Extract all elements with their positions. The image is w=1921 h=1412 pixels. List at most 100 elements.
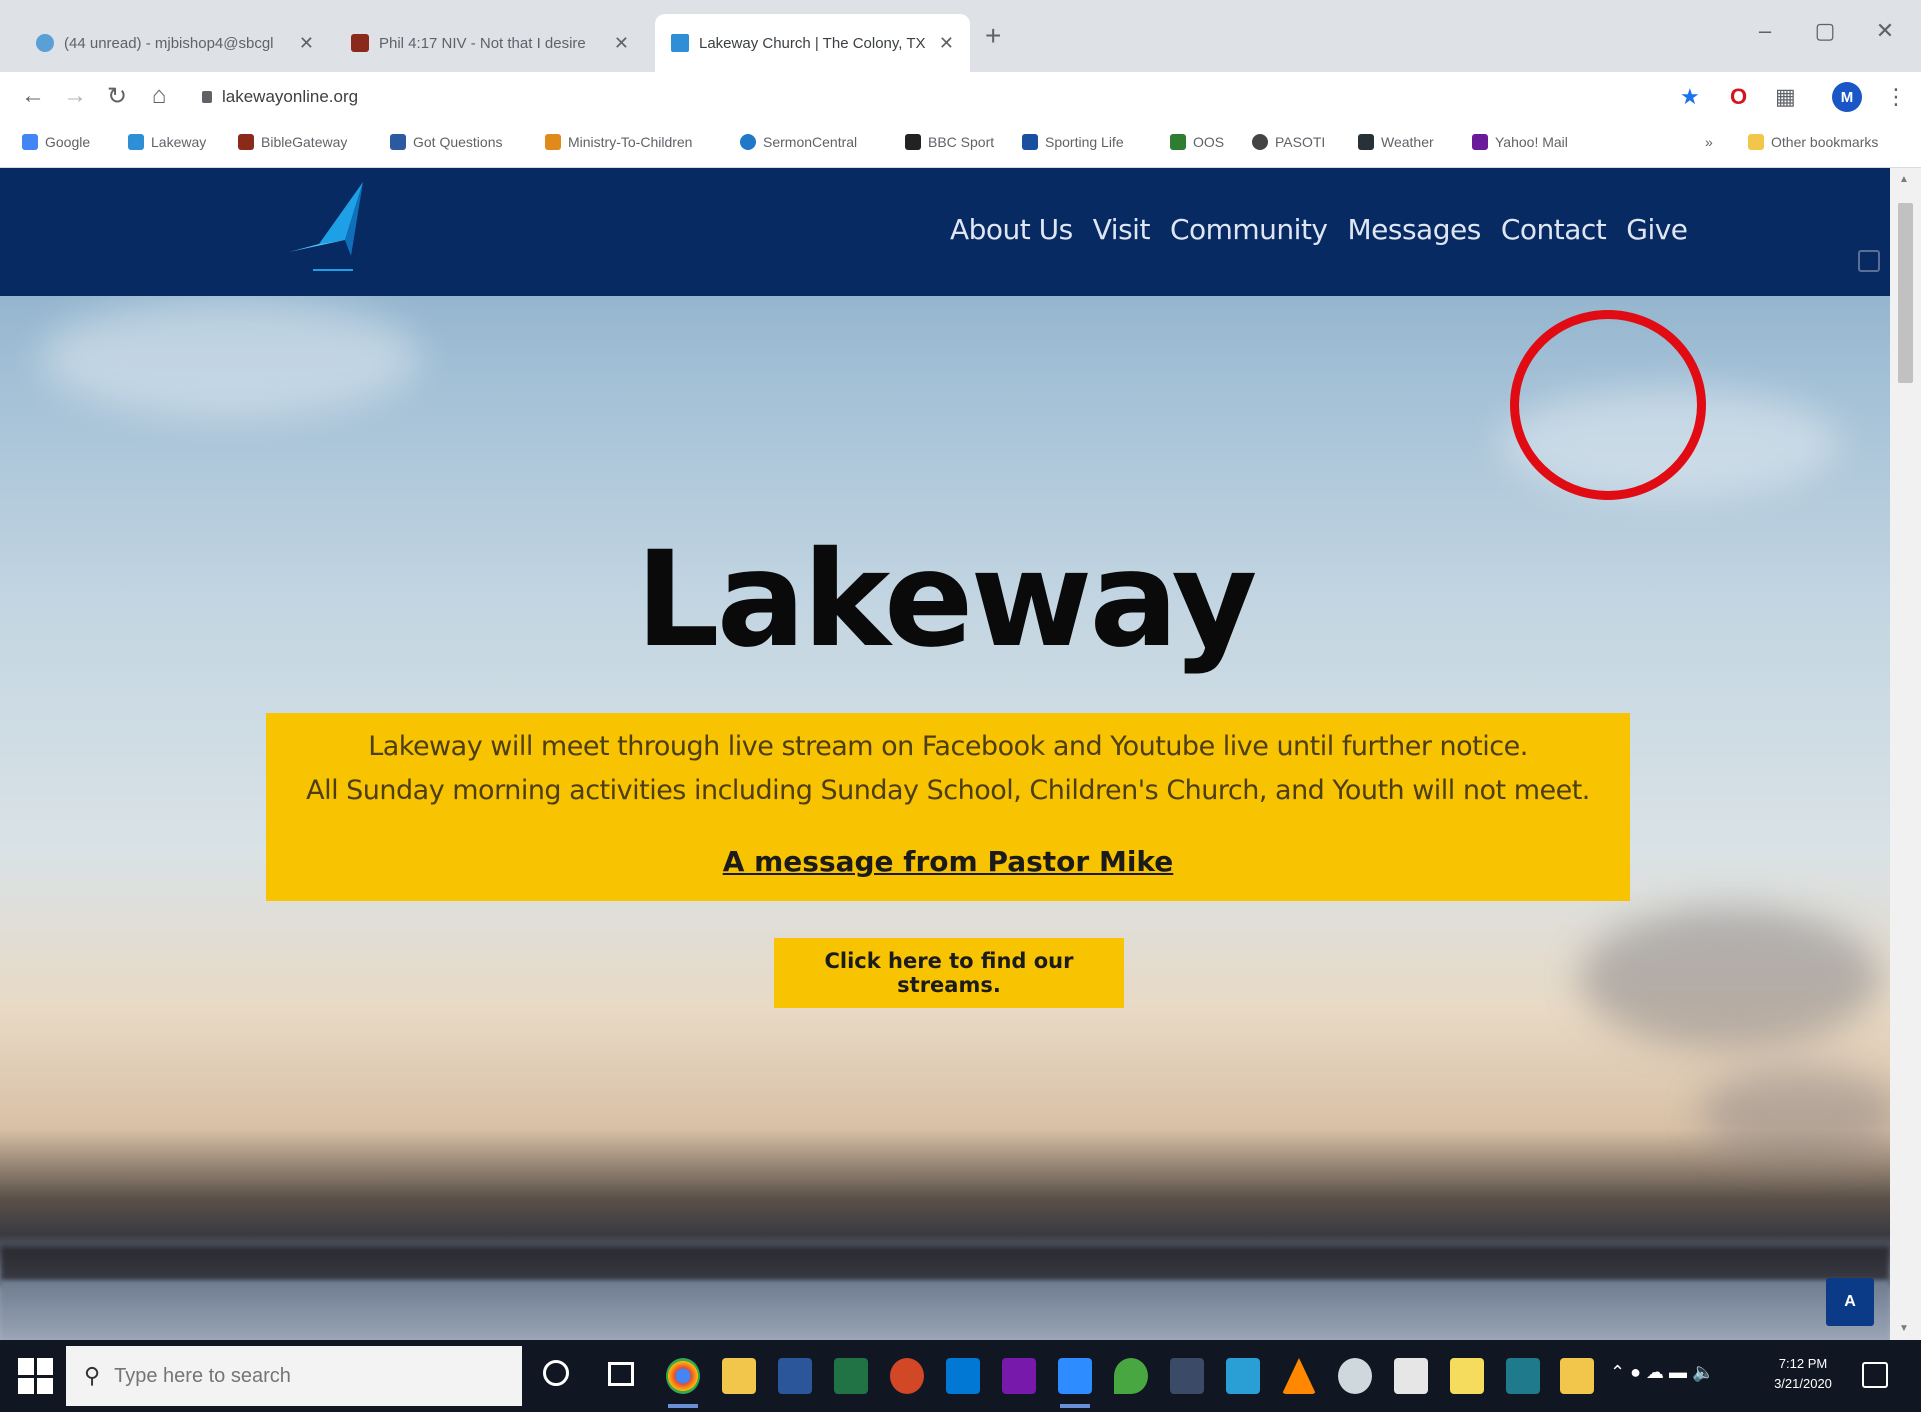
nav-contact[interactable]: Contact [1501, 213, 1607, 246]
sticky-notes-icon[interactable] [1450, 1358, 1484, 1394]
extension-icon[interactable]: ▦ [1775, 84, 1796, 110]
system-tray-icons[interactable]: ⌃ ● ☁ ▬ 🔈 [1610, 1362, 1714, 1383]
close-tab-icon[interactable]: ✕ [299, 33, 314, 54]
opera-extension-icon[interactable]: O [1730, 84, 1747, 110]
bookmark-sermoncentral[interactable]: SermonCentral [740, 134, 857, 150]
maximize-icon[interactable]: ▢ [1805, 18, 1845, 44]
clock-time: 7:12 PM [1778, 1356, 1828, 1371]
clock-date: 3/21/2020 [1774, 1376, 1832, 1391]
bookmark-oos[interactable]: OOS [1170, 134, 1224, 150]
bookmark-google[interactable]: Google [22, 134, 90, 150]
excel-icon[interactable] [834, 1358, 868, 1394]
document-app-icon[interactable] [1560, 1358, 1594, 1394]
reload-icon[interactable]: ↻ [102, 82, 132, 111]
scroll-up-icon[interactable]: ▲ [1899, 174, 1909, 185]
google-icon [22, 134, 38, 150]
hero-title: Lakeway [635, 523, 1258, 677]
taskbar-search-input[interactable] [114, 1364, 495, 1388]
powerpoint-icon[interactable] [890, 1358, 924, 1394]
bible-favicon-icon [351, 34, 369, 52]
notice-line-1: Lakeway will meet through live stream on… [368, 731, 1528, 762]
media-app-icon[interactable] [1338, 1358, 1372, 1394]
back-icon[interactable]: ← [18, 82, 48, 110]
scroll-thumb[interactable] [1898, 203, 1913, 383]
fingerprint-app-icon[interactable] [1394, 1358, 1428, 1394]
sky-cloud [40, 298, 420, 418]
bookmark-got-questions[interactable]: Got Questions [390, 134, 503, 150]
sermoncentral-icon [740, 134, 756, 150]
other-bookmarks[interactable]: Other bookmarks [1748, 134, 1878, 150]
file-explorer-icon[interactable] [722, 1358, 756, 1394]
bookmark-yahoo-mail[interactable]: Yahoo! Mail [1472, 134, 1568, 150]
email-favicon-icon [36, 34, 54, 52]
vlc-icon[interactable] [1282, 1358, 1316, 1394]
search-icon: ⚲ [84, 1363, 101, 1388]
bookmark-star-icon[interactable]: ★ [1680, 84, 1700, 110]
bookmark-biblegateway[interactable]: BibleGateway [238, 134, 347, 150]
onenote-icon[interactable] [1002, 1358, 1036, 1394]
lock-icon [202, 91, 212, 103]
nav-about-us[interactable]: About Us [950, 213, 1073, 246]
droplet-app-icon[interactable] [1114, 1358, 1148, 1394]
taskbar-clock[interactable]: 7:12 PM 3/21/2020 [1768, 1354, 1838, 1394]
forward-icon[interactable]: → [60, 82, 90, 110]
bookmarks-overflow-icon[interactable]: » [1705, 134, 1713, 150]
windows-start-icon[interactable] [18, 1358, 54, 1394]
bookmark-ministry-to-children[interactable]: Ministry-To-Children [545, 134, 692, 150]
taskbar-search[interactable]: ⚲ [66, 1346, 522, 1406]
photo-viewer-icon[interactable] [1506, 1358, 1540, 1394]
page-scrollbar[interactable]: ▲ ▼ [1890, 168, 1921, 1340]
tab-strip: (44 unread) - mjbishop4@sbcgl ✕ Phil 4:1… [0, 0, 1921, 72]
zoom-icon[interactable] [1058, 1358, 1092, 1408]
tab-email[interactable]: (44 unread) - mjbishop4@sbcgl ✕ [20, 14, 330, 72]
cortana-icon[interactable] [543, 1360, 569, 1386]
oos-icon [1170, 134, 1186, 150]
browser-toolbar: ← → ↻ ⌂ lakewayonline.org ★ O ▦ M ⋮ [0, 72, 1921, 122]
bookmark-bbc-sport[interactable]: BBC Sport [905, 134, 994, 150]
photos-icon[interactable] [1226, 1358, 1260, 1394]
home-icon[interactable]: ⌂ [144, 82, 174, 110]
folder-icon [1748, 134, 1764, 150]
close-tab-icon[interactable]: ✕ [614, 33, 629, 54]
menu-icon[interactable]: ⋮ [1885, 84, 1907, 110]
minimize-icon[interactable]: – [1745, 18, 1785, 44]
task-view-icon[interactable] [608, 1362, 634, 1386]
new-tab-button[interactable]: + [985, 20, 1001, 52]
profile-avatar[interactable]: M [1832, 82, 1862, 112]
address-bar[interactable]: lakewayonline.org [190, 80, 1650, 114]
nav-give[interactable]: Give [1626, 213, 1688, 246]
lakeway-logo[interactable] [285, 178, 375, 286]
notice-line-2: All Sunday morning activities including … [306, 775, 1590, 806]
bookmark-sporting-life[interactable]: Sporting Life [1022, 134, 1124, 150]
url-text: lakewayonline.org [222, 87, 359, 106]
bookmark-lakeway[interactable]: Lakeway [128, 134, 206, 150]
close-tab-icon[interactable]: ✕ [939, 33, 954, 54]
calculator-icon[interactable] [1170, 1358, 1204, 1394]
scroll-down-icon[interactable]: ▼ [1899, 1323, 1909, 1334]
bbc-icon [905, 134, 921, 150]
notice-banner: Lakeway will meet through live stream on… [266, 713, 1630, 901]
sporting-life-icon [1022, 134, 1038, 150]
close-window-icon[interactable]: ✕ [1865, 18, 1905, 44]
lakeway-icon [128, 134, 144, 150]
site-header: About Us Visit Community Messages Contac… [0, 168, 1890, 296]
accessibility-button[interactable]: A [1826, 1278, 1874, 1326]
pasoti-icon [1252, 134, 1268, 150]
calendar-icon[interactable] [1858, 250, 1880, 272]
windows-taskbar: ⚲ ⌃ ● ☁ ▬ 🔈 7:12 PM 3/21/2020 [0, 1340, 1921, 1412]
pastor-message-link[interactable]: A message from Pastor Mike [723, 845, 1174, 878]
chrome-icon[interactable] [666, 1358, 700, 1408]
notification-center-icon[interactable] [1862, 1362, 1888, 1388]
find-streams-button[interactable]: Click here to find our streams. [774, 938, 1124, 1008]
bookmark-pasoti[interactable]: PASOTI [1252, 134, 1325, 150]
tab-lakeway[interactable]: Lakeway Church | The Colony, TX ✕ [655, 14, 970, 72]
bookmark-weather[interactable]: Weather [1358, 134, 1434, 150]
tab-bible[interactable]: Phil 4:17 NIV - Not that I desire ✕ [335, 14, 645, 72]
nav-visit[interactable]: Visit [1093, 213, 1151, 246]
lakeway-favicon-icon [671, 34, 689, 52]
outlook-icon[interactable] [946, 1358, 980, 1394]
sky-cloud [1580, 908, 1880, 1048]
word-icon[interactable] [778, 1358, 812, 1394]
nav-community[interactable]: Community [1170, 213, 1328, 246]
nav-messages[interactable]: Messages [1348, 213, 1482, 246]
